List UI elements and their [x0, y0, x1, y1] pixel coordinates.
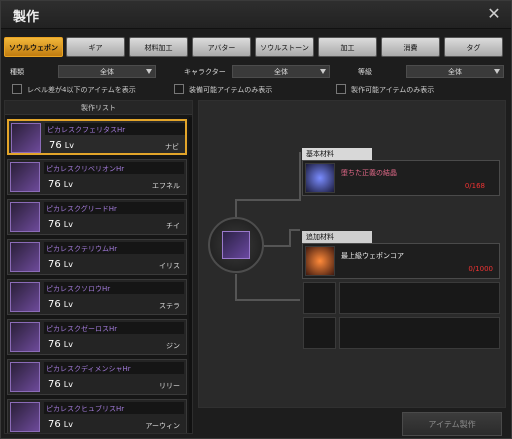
weapon-core-icon: [305, 246, 335, 276]
extra-material-box[interactable]: 最上級ウェポンコア 0/1000: [302, 243, 500, 279]
extra-material-name: 最上級ウェポンコア: [341, 252, 404, 260]
extra-material-count: 0/1000: [468, 265, 493, 273]
base-material-name: 堕ちた正義の結晶: [341, 169, 397, 177]
craft-item-button[interactable]: アイテム製作: [402, 412, 502, 436]
empty-material-slot: [339, 282, 500, 314]
weapon-icon: [222, 231, 250, 259]
empty-material-slot: [339, 317, 500, 349]
extra-material-header: 追加材料: [302, 231, 372, 243]
connector-lines: [235, 152, 301, 301]
crystal-icon: [305, 163, 335, 193]
base-material-count: 0/168: [464, 182, 485, 190]
empty-material-slot: [303, 282, 336, 314]
base-material-box[interactable]: 堕ちた正義の結晶 0/168: [302, 160, 500, 196]
result-item-slot[interactable]: [208, 217, 264, 273]
base-material-header: 基本材料: [302, 148, 372, 160]
empty-material-slot: [303, 317, 336, 349]
